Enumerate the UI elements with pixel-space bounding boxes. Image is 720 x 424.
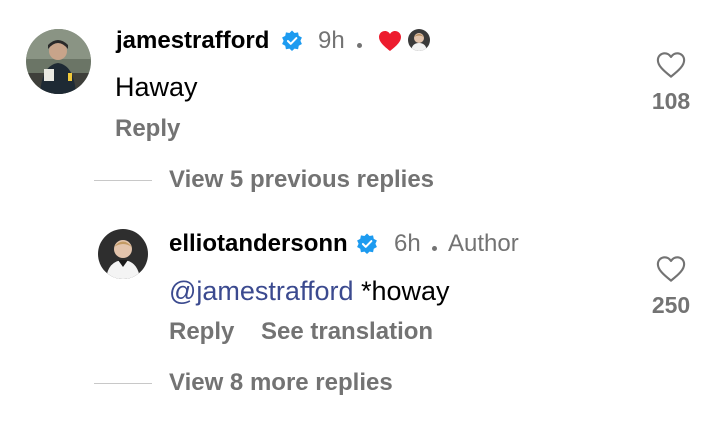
- reply-text: @jamestrafford *howay: [169, 276, 450, 307]
- comment-text: Haway: [115, 72, 198, 102]
- like-heart-icon[interactable]: [656, 50, 686, 80]
- view-previous-replies-button[interactable]: View 5 previous replies: [169, 166, 434, 194]
- like-count: 108: [651, 88, 691, 114]
- reply-button[interactable]: Reply: [169, 318, 234, 346]
- reply-text-body: *howay: [353, 276, 450, 306]
- author-label: Author: [448, 230, 519, 257]
- reply-timestamp: 6h: [394, 230, 421, 257]
- comment-username[interactable]: jamestrafford: [116, 27, 269, 55]
- verified-badge-icon: [357, 233, 377, 255]
- view-more-replies-button[interactable]: View 8 more replies: [169, 369, 393, 397]
- like-count: 250: [651, 292, 691, 318]
- avatar-photo: [26, 29, 91, 94]
- comments-thread: jamestrafford 9h Haway Reply 108 View 5 …: [0, 0, 720, 424]
- see-translation-button[interactable]: See translation: [261, 318, 433, 346]
- avatar[interactable]: [26, 29, 91, 94]
- author-liked-heart-icon: [379, 31, 401, 51]
- mention-link[interactable]: @jamestrafford: [169, 276, 353, 306]
- reply-username[interactable]: elliotandersonn: [169, 230, 348, 258]
- reply-button[interactable]: Reply: [115, 115, 180, 143]
- avatar-photo: [98, 229, 148, 279]
- comment-timestamp: 9h: [318, 27, 345, 54]
- separator-dot: [357, 43, 362, 48]
- verified-badge-icon: [282, 30, 302, 52]
- avatar[interactable]: [98, 229, 148, 279]
- author-mini-avatar: [408, 29, 430, 51]
- divider-line: [94, 383, 152, 384]
- separator-dot: [432, 246, 437, 251]
- like-heart-icon[interactable]: [656, 254, 686, 284]
- divider-line: [94, 180, 152, 181]
